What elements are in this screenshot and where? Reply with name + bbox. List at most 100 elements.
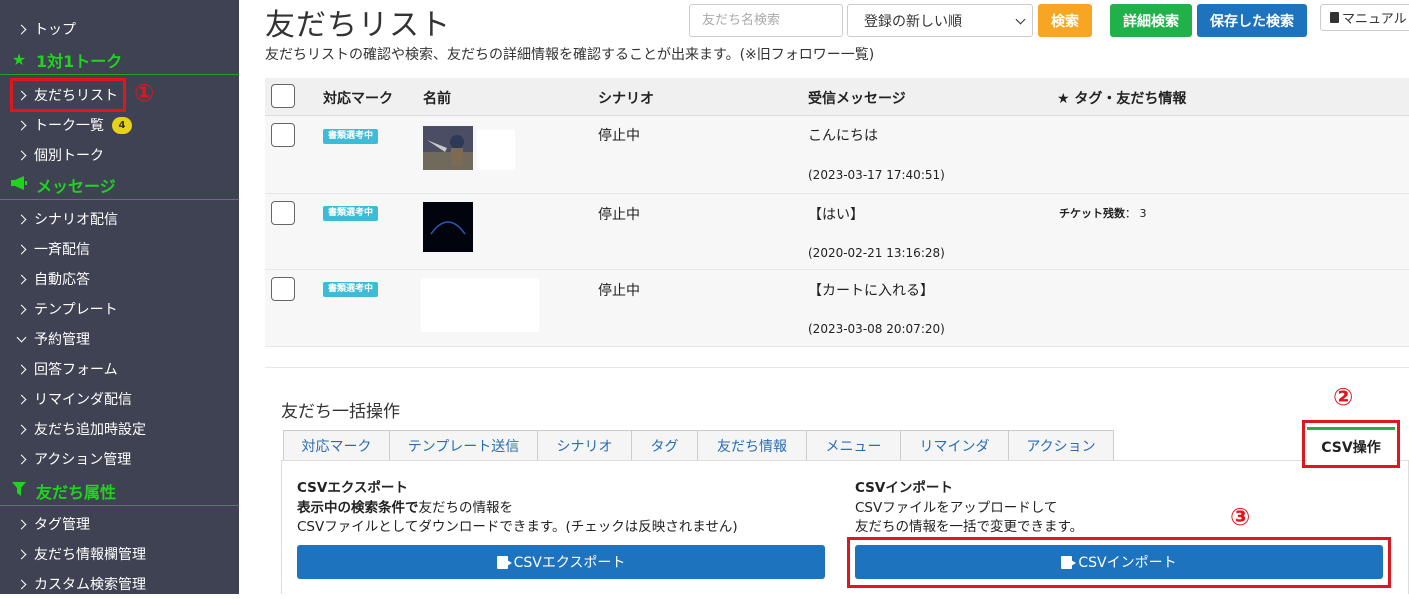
table-row[interactable]: 書類選考中 停止中 【はい】 (2020-02-21 13:16:28) チケッ… — [265, 194, 1409, 270]
chevron-right-icon — [16, 214, 27, 224]
tab-scenario[interactable]: シナリオ — [537, 430, 632, 461]
received-message: 【カートに入れる】 — [808, 283, 934, 299]
tab-tag[interactable]: タグ — [631, 430, 698, 461]
message-timestamp: (2023-03-17 17:40:51) — [808, 168, 945, 182]
tab-template-send[interactable]: テンプレート送信 — [389, 430, 538, 461]
tab-mark[interactable]: 対応マーク — [283, 430, 390, 461]
chevron-down-icon — [16, 332, 27, 342]
page-description: 友だちリストの確認や検索、友だちの詳細情報を確認することが出来ます。(※旧フォロ… — [265, 47, 875, 63]
sidebar-item-label: タグ管理 — [34, 517, 90, 533]
sort-order-value: 登録の新しい順 — [864, 13, 962, 30]
row-checkbox[interactable] — [271, 201, 295, 225]
sidebar-item-reservation[interactable]: 予約管理 — [0, 324, 239, 354]
chevron-right-icon — [16, 579, 27, 589]
tab-reminder[interactable]: リマインダ — [900, 430, 1009, 461]
manual-button-label: マニュアル — [1342, 12, 1407, 27]
message-timestamp: (2020-02-21 13:16:28) — [808, 246, 945, 260]
sidebar-item-label: 友だち追加時設定 — [34, 422, 146, 438]
chevron-right-icon — [16, 394, 27, 404]
csv-export-heading: CSVエクスポート — [297, 480, 408, 496]
friend-info-label: チケット残数 — [1059, 207, 1125, 220]
sidebar-item-template[interactable]: テンプレート — [0, 294, 239, 324]
tab-menu[interactable]: メニュー — [806, 430, 901, 461]
column-header-message: 受信メッセージ — [808, 91, 906, 107]
chevron-right-icon — [16, 150, 27, 160]
sidebar-item-tag-manage[interactable]: タグ管理 — [0, 509, 239, 539]
highlight-box-csv-tab — [1302, 420, 1400, 468]
sidebar-item-label: 回答フォーム — [34, 362, 118, 378]
sidebar-item-top[interactable]: トップ — [0, 14, 239, 44]
bulk-operations-title: 友だち一括操作 — [281, 402, 400, 422]
sidebar-item-individual-talk[interactable]: 個別トーク — [0, 140, 239, 170]
section-divider — [265, 367, 1409, 368]
saved-search-button[interactable]: 保存した検索 — [1197, 4, 1307, 37]
search-button[interactable]: 検索 — [1038, 4, 1092, 37]
sidebar-item-action-manage[interactable]: アクション管理 — [0, 444, 239, 474]
table-row[interactable]: 書類選考中 停止中 こんにちは (2023-03-17 17:40:51) — [265, 116, 1409, 194]
sidebar-item-custom-search[interactable]: カスタム検索管理 — [0, 569, 239, 599]
chevron-down-icon — [1015, 14, 1026, 25]
sidebar-item-friend-info-manage[interactable]: 友だち情報欄管理 — [0, 539, 239, 569]
sidebar-section-attributes: 友だち属性 — [0, 476, 239, 506]
sidebar-item-reminder[interactable]: リマインダ配信 — [0, 384, 239, 414]
chevron-right-icon — [16, 304, 27, 314]
chevron-right-icon — [16, 454, 27, 464]
sidebar-item-broadcast[interactable]: 一斉配信 — [0, 234, 239, 264]
megaphone-icon — [10, 175, 28, 194]
chevron-right-icon — [16, 244, 27, 254]
tab-friend-info[interactable]: 友だち情報 — [697, 430, 807, 461]
sidebar-item-label: カスタム検索管理 — [34, 577, 146, 593]
avatar[interactable] — [423, 202, 473, 256]
csv-import-description-line2: 友だちの情報を一括で変更できます。 — [855, 519, 1084, 535]
sidebar-section-talk: ★ 1対1トーク — [0, 45, 239, 75]
chevron-right-icon — [16, 120, 27, 130]
sidebar-item-friend-add-settings[interactable]: 友だち追加時設定 — [0, 414, 239, 444]
avatar[interactable] — [421, 278, 539, 336]
sidebar-item-label: シナリオ配信 — [34, 212, 118, 228]
sidebar-item-label: アクション管理 — [34, 452, 132, 468]
status-badge: 書類選考中 — [323, 129, 379, 144]
chevron-right-icon — [16, 24, 27, 34]
sidebar-item-label: 自動応答 — [34, 272, 90, 288]
row-checkbox[interactable] — [271, 277, 295, 301]
sidebar-section-message: メッセージ — [0, 170, 239, 200]
row-checkbox[interactable] — [271, 123, 295, 147]
received-message: 【はい】 — [808, 207, 864, 223]
highlight-box-csv-import — [847, 537, 1391, 588]
chevron-right-icon — [16, 424, 27, 434]
book-icon — [1330, 12, 1339, 23]
select-all-checkbox[interactable] — [271, 84, 295, 108]
sidebar-item-label: 予約管理 — [34, 332, 90, 348]
sidebar-item-scenario[interactable]: シナリオ配信 — [0, 204, 239, 234]
manual-button[interactable]: マニュアル — [1320, 4, 1409, 31]
csv-export-description-line1: 表示中の検索条件で友だちの情報を — [297, 496, 513, 516]
status-badge: 書類選考中 — [323, 282, 379, 297]
sort-order-select[interactable]: 登録の新しい順 — [847, 4, 1033, 37]
scenario-status: 停止中 — [598, 128, 640, 144]
sidebar-item-talk-list[interactable]: トーク一覧 4 — [0, 110, 239, 140]
chevron-right-icon — [16, 549, 27, 559]
avatar[interactable] — [423, 126, 515, 174]
status-badge: 書類選考中 — [323, 206, 379, 221]
column-header-name: 名前 — [423, 91, 451, 107]
csv-export-description-line2: CSVファイルとしてダウンロードできます。(チェックは反映されません) — [297, 519, 738, 535]
friend-info-ticket: チケット残数： 3 — [1059, 207, 1147, 220]
chevron-right-icon — [16, 274, 27, 284]
filter-icon — [10, 481, 28, 500]
detail-search-button[interactable]: 詳細検索 — [1110, 4, 1192, 37]
sidebar-item-auto-reply[interactable]: 自動応答 — [0, 264, 239, 294]
table-row[interactable]: 書類選考中 停止中 【カートに入れる】 (2023-03-08 20:07:20… — [265, 270, 1409, 347]
friend-name-search-input[interactable] — [689, 4, 843, 37]
table-header: 対応マーク 名前 シナリオ 受信メッセージ ★ タグ・友だち情報 — [265, 78, 1409, 116]
unread-count-badge: 4 — [112, 116, 132, 134]
column-header-tag-info: ★ タグ・友だち情報 — [1057, 91, 1187, 107]
sidebar-item-answer-form[interactable]: 回答フォーム — [0, 354, 239, 384]
chevron-right-icon — [16, 519, 27, 529]
csv-import-heading: CSVインポート — [855, 480, 953, 496]
annotation-marker-3: ③ — [1230, 503, 1251, 531]
csv-import-description-line1: CSVファイルをアップロードして — [855, 500, 1058, 516]
column-header-mark: 対応マーク — [323, 91, 393, 107]
annotation-marker-2: ② — [1333, 383, 1354, 411]
tab-action[interactable]: アクション — [1008, 430, 1114, 461]
csv-export-button[interactable]: CSVエクスポート — [297, 545, 825, 579]
